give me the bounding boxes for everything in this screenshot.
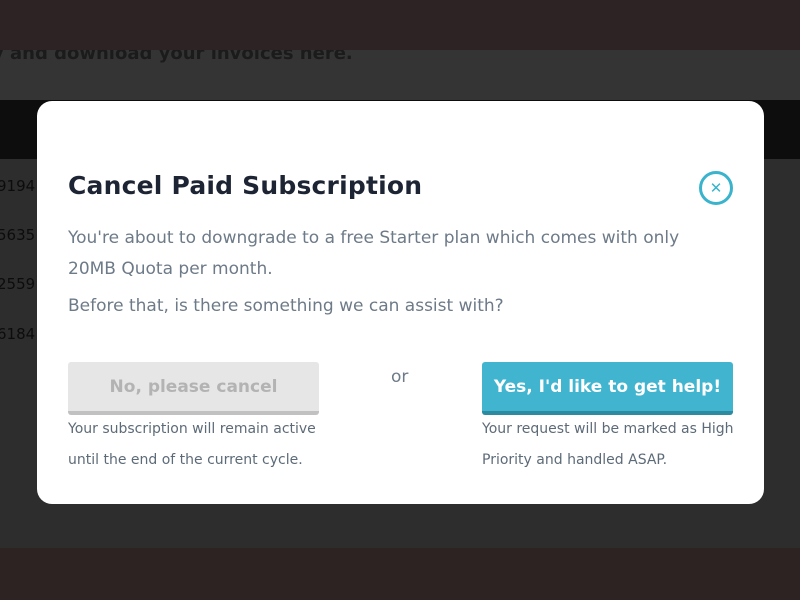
background-top-band — [0, 0, 800, 50]
background-row-number: 9194 — [0, 177, 36, 195]
modal-title: Cancel Paid Subscription — [68, 171, 423, 200]
close-icon[interactable]: ✕ — [699, 171, 733, 205]
cancel-subscription-modal: Cancel Paid Subscription ✕ You're about … — [37, 101, 764, 504]
background-subtitle-bar: y and download your invoices here. — [0, 50, 800, 100]
background-subtitle: y and download your invoices here. — [0, 50, 353, 64]
cancel-note: Your subscription will remain active unt… — [68, 421, 316, 468]
or-label: or — [391, 367, 409, 387]
modal-question: Before that, is there something we can a… — [68, 296, 504, 316]
background-bottom-band — [0, 548, 800, 600]
cancel-subscription-button[interactable]: No, please cancel — [68, 362, 319, 415]
background-row-number: 6184 — [0, 325, 36, 343]
background-row-number: 2559 — [0, 275, 36, 293]
background-row-number: 5635 — [0, 226, 36, 244]
modal-description: You're about to downgrade to a free Star… — [68, 228, 680, 279]
get-help-button[interactable]: Yes, I'd like to get help! — [482, 362, 733, 415]
help-note: Your request will be marked as High Prio… — [482, 421, 734, 468]
